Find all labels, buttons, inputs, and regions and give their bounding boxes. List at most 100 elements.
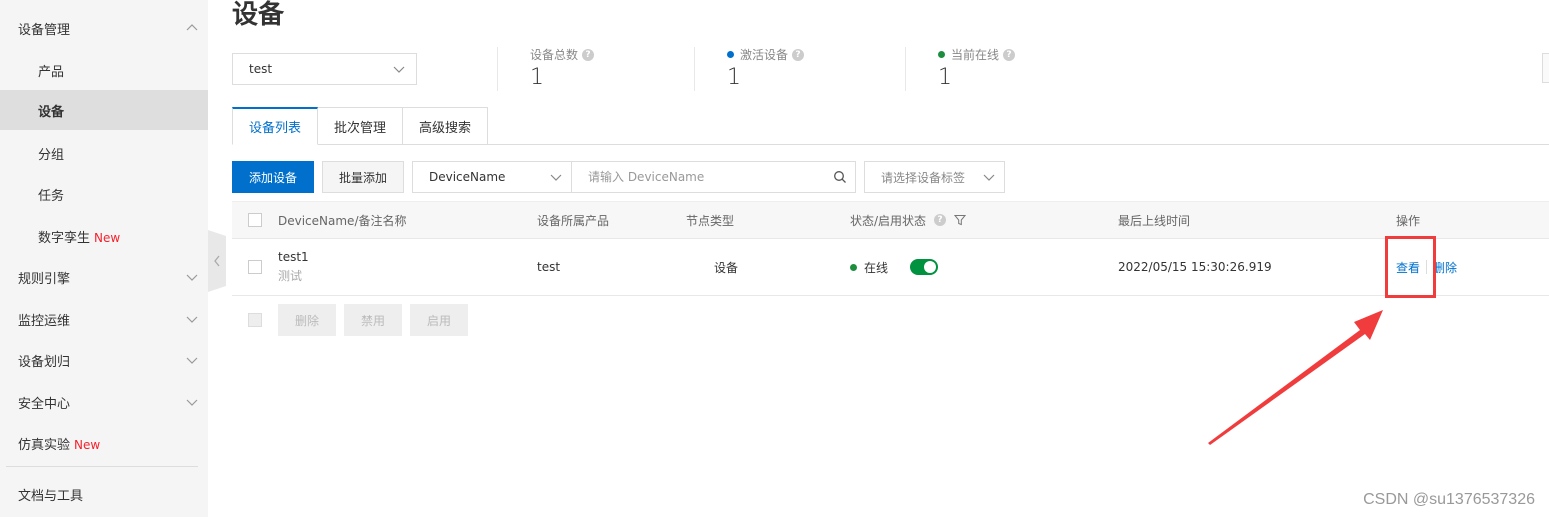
chevron-down-icon [186, 399, 198, 406]
stat-value: 1 [727, 65, 741, 90]
status-dot [938, 51, 945, 58]
sidebar-item-security-center[interactable]: 安全中心 [0, 382, 208, 422]
sidebar-item-docs-tools[interactable]: 文档与工具 [0, 474, 208, 514]
device-remark: 测试 [278, 269, 303, 283]
filter-icon[interactable] [954, 214, 967, 226]
stat-divider [694, 47, 695, 91]
sidebar-item-label: 产品 [38, 64, 65, 80]
new-badge: New [74, 437, 101, 452]
search-icon[interactable] [833, 170, 847, 184]
column-header-product: 设备所属产品 [537, 213, 610, 228]
add-device-button[interactable]: 添加设备 [232, 161, 314, 193]
table-header: DeviceName/备注名称 设备所属产品 节点类型 状态/启用状态 ? 最后… [232, 201, 1549, 239]
search-box [572, 161, 856, 193]
sidebar-item-product[interactable]: 产品 [0, 50, 208, 90]
column-header-status-label: 状态/启用状态 [850, 213, 927, 228]
right-panel-button[interactable] [1542, 53, 1549, 83]
tab-device-list[interactable]: 设备列表 [232, 107, 319, 145]
sidebar-item-task[interactable]: 任务 [0, 174, 208, 214]
search-field-value: DeviceName [429, 170, 506, 184]
sidebar-item-rule-engine[interactable]: 规则引擎 [0, 257, 208, 297]
sidebar: 设备管理 产品 设备 分组 任务 数字孪生 New 规则引擎 监控运维 设备划归 … [0, 0, 208, 517]
product-select[interactable]: test [232, 53, 417, 85]
tab-advanced-search[interactable]: 高级搜索 [403, 107, 489, 145]
stat-divider [497, 47, 498, 91]
batch-add-button[interactable]: 批量添加 [322, 161, 404, 193]
sidebar-item-label: 仿真实验 [18, 437, 71, 453]
sidebar-item-label: 数字孪生 [38, 230, 91, 246]
annotation-arrow-icon [1208, 310, 1383, 445]
column-header-last-online: 最后上线时间 [1118, 213, 1191, 228]
bulk-delete-button[interactable]: 删除 [278, 304, 336, 336]
delete-link[interactable]: 删除 [1433, 259, 1457, 276]
bulk-enable-button[interactable]: 启用 [410, 304, 468, 336]
sidebar-item-digital-twin[interactable]: 数字孪生 New [0, 216, 208, 256]
sidebar-item-monitoring[interactable]: 监控运维 [0, 299, 208, 339]
enable-toggle[interactable] [910, 259, 939, 275]
chevron-down-icon [186, 316, 198, 323]
page-title: 设备 [232, 0, 285, 30]
device-product: test [537, 260, 561, 274]
sidebar-item-label: 分组 [38, 147, 65, 163]
device-tag-select[interactable]: 请选择设备标签 [864, 161, 1005, 193]
sidebar-item-label: 任务 [38, 188, 65, 204]
sidebar-item-device-management[interactable]: 设备管理 [0, 8, 208, 48]
device-status-cell: 在线 [850, 239, 939, 295]
table-row: test1 测试 test 设备 在线 2022/05/15 15:30:26.… [232, 239, 1549, 296]
column-header-actions: 操作 [1396, 213, 1421, 228]
device-status: 在线 [864, 260, 889, 275]
online-dot [850, 263, 857, 271]
product-select-value: test [249, 62, 273, 76]
stat-label: 当前在线 [951, 48, 1000, 62]
column-header-node-type: 节点类型 [686, 213, 735, 228]
stat-value: 1 [530, 65, 544, 90]
sidebar-item-label: 设备划归 [18, 354, 71, 370]
chevron-down-icon [186, 357, 198, 364]
chevron-down-icon [186, 274, 198, 281]
stat-activated-devices: 激活设备? 1 [727, 46, 805, 90]
sidebar-item-label: 规则引擎 [18, 271, 71, 287]
watermark: CSDN @su1376537326 [1363, 491, 1535, 508]
sidebar-item-device[interactable]: 设备 [0, 90, 208, 130]
device-name-cell: test1 测试 [278, 239, 309, 295]
chevron-down-icon [550, 174, 562, 181]
row-checkbox[interactable] [248, 260, 262, 274]
sidebar-item-label: 监控运维 [18, 313, 71, 329]
device-name: test1 [278, 250, 309, 264]
new-badge: New [94, 230, 121, 245]
sidebar-divider [6, 466, 198, 467]
tab-bar: 设备列表 批次管理 高级搜索 [232, 107, 489, 145]
search-input[interactable] [572, 162, 822, 192]
sidebar-item-group[interactable]: 分组 [0, 133, 208, 173]
annotation-highlight-box [1385, 236, 1436, 298]
device-node-type: 设备 [714, 260, 739, 275]
status-dot [727, 51, 734, 58]
help-icon[interactable]: ? [582, 48, 595, 61]
stat-divider [905, 47, 906, 91]
column-header-name: DeviceName/备注名称 [278, 213, 407, 228]
tab-batch-management[interactable]: 批次管理 [318, 107, 404, 145]
sidebar-item-label: 文档与工具 [18, 488, 84, 504]
help-icon[interactable]: ? [792, 48, 805, 61]
sidebar-item-label: 设备 [38, 104, 65, 120]
tag-select-placeholder: 请选择设备标签 [881, 170, 966, 185]
bulk-disable-button[interactable]: 禁用 [344, 304, 402, 336]
stat-label: 设备总数 [530, 48, 579, 62]
sidebar-item-label: 设备管理 [18, 22, 71, 38]
device-last-online: 2022/05/15 15:30:26.919 [1118, 260, 1272, 274]
sidebar-item-simulation[interactable]: 仿真实验 New [0, 423, 208, 463]
stat-online-devices: 当前在线? 1 [938, 46, 1016, 90]
stat-total-devices: 设备总数? 1 [530, 46, 595, 90]
sidebar-item-device-assignment[interactable]: 设备划归 [0, 340, 208, 380]
bulk-select-checkbox[interactable] [248, 313, 262, 327]
chevron-down-icon [983, 174, 995, 181]
chevron-up-icon [186, 24, 198, 31]
stat-value: 1 [938, 65, 952, 90]
search-field-select[interactable]: DeviceName [412, 161, 572, 193]
select-all-checkbox[interactable] [248, 213, 262, 227]
help-icon[interactable]: ? [1003, 48, 1016, 61]
column-header-status: 状态/启用状态 ? [850, 202, 967, 238]
device-table: DeviceName/备注名称 设备所属产品 节点类型 状态/启用状态 ? 最后… [232, 201, 1549, 296]
chevron-down-icon [393, 66, 405, 73]
help-icon[interactable]: ? [934, 214, 947, 226]
